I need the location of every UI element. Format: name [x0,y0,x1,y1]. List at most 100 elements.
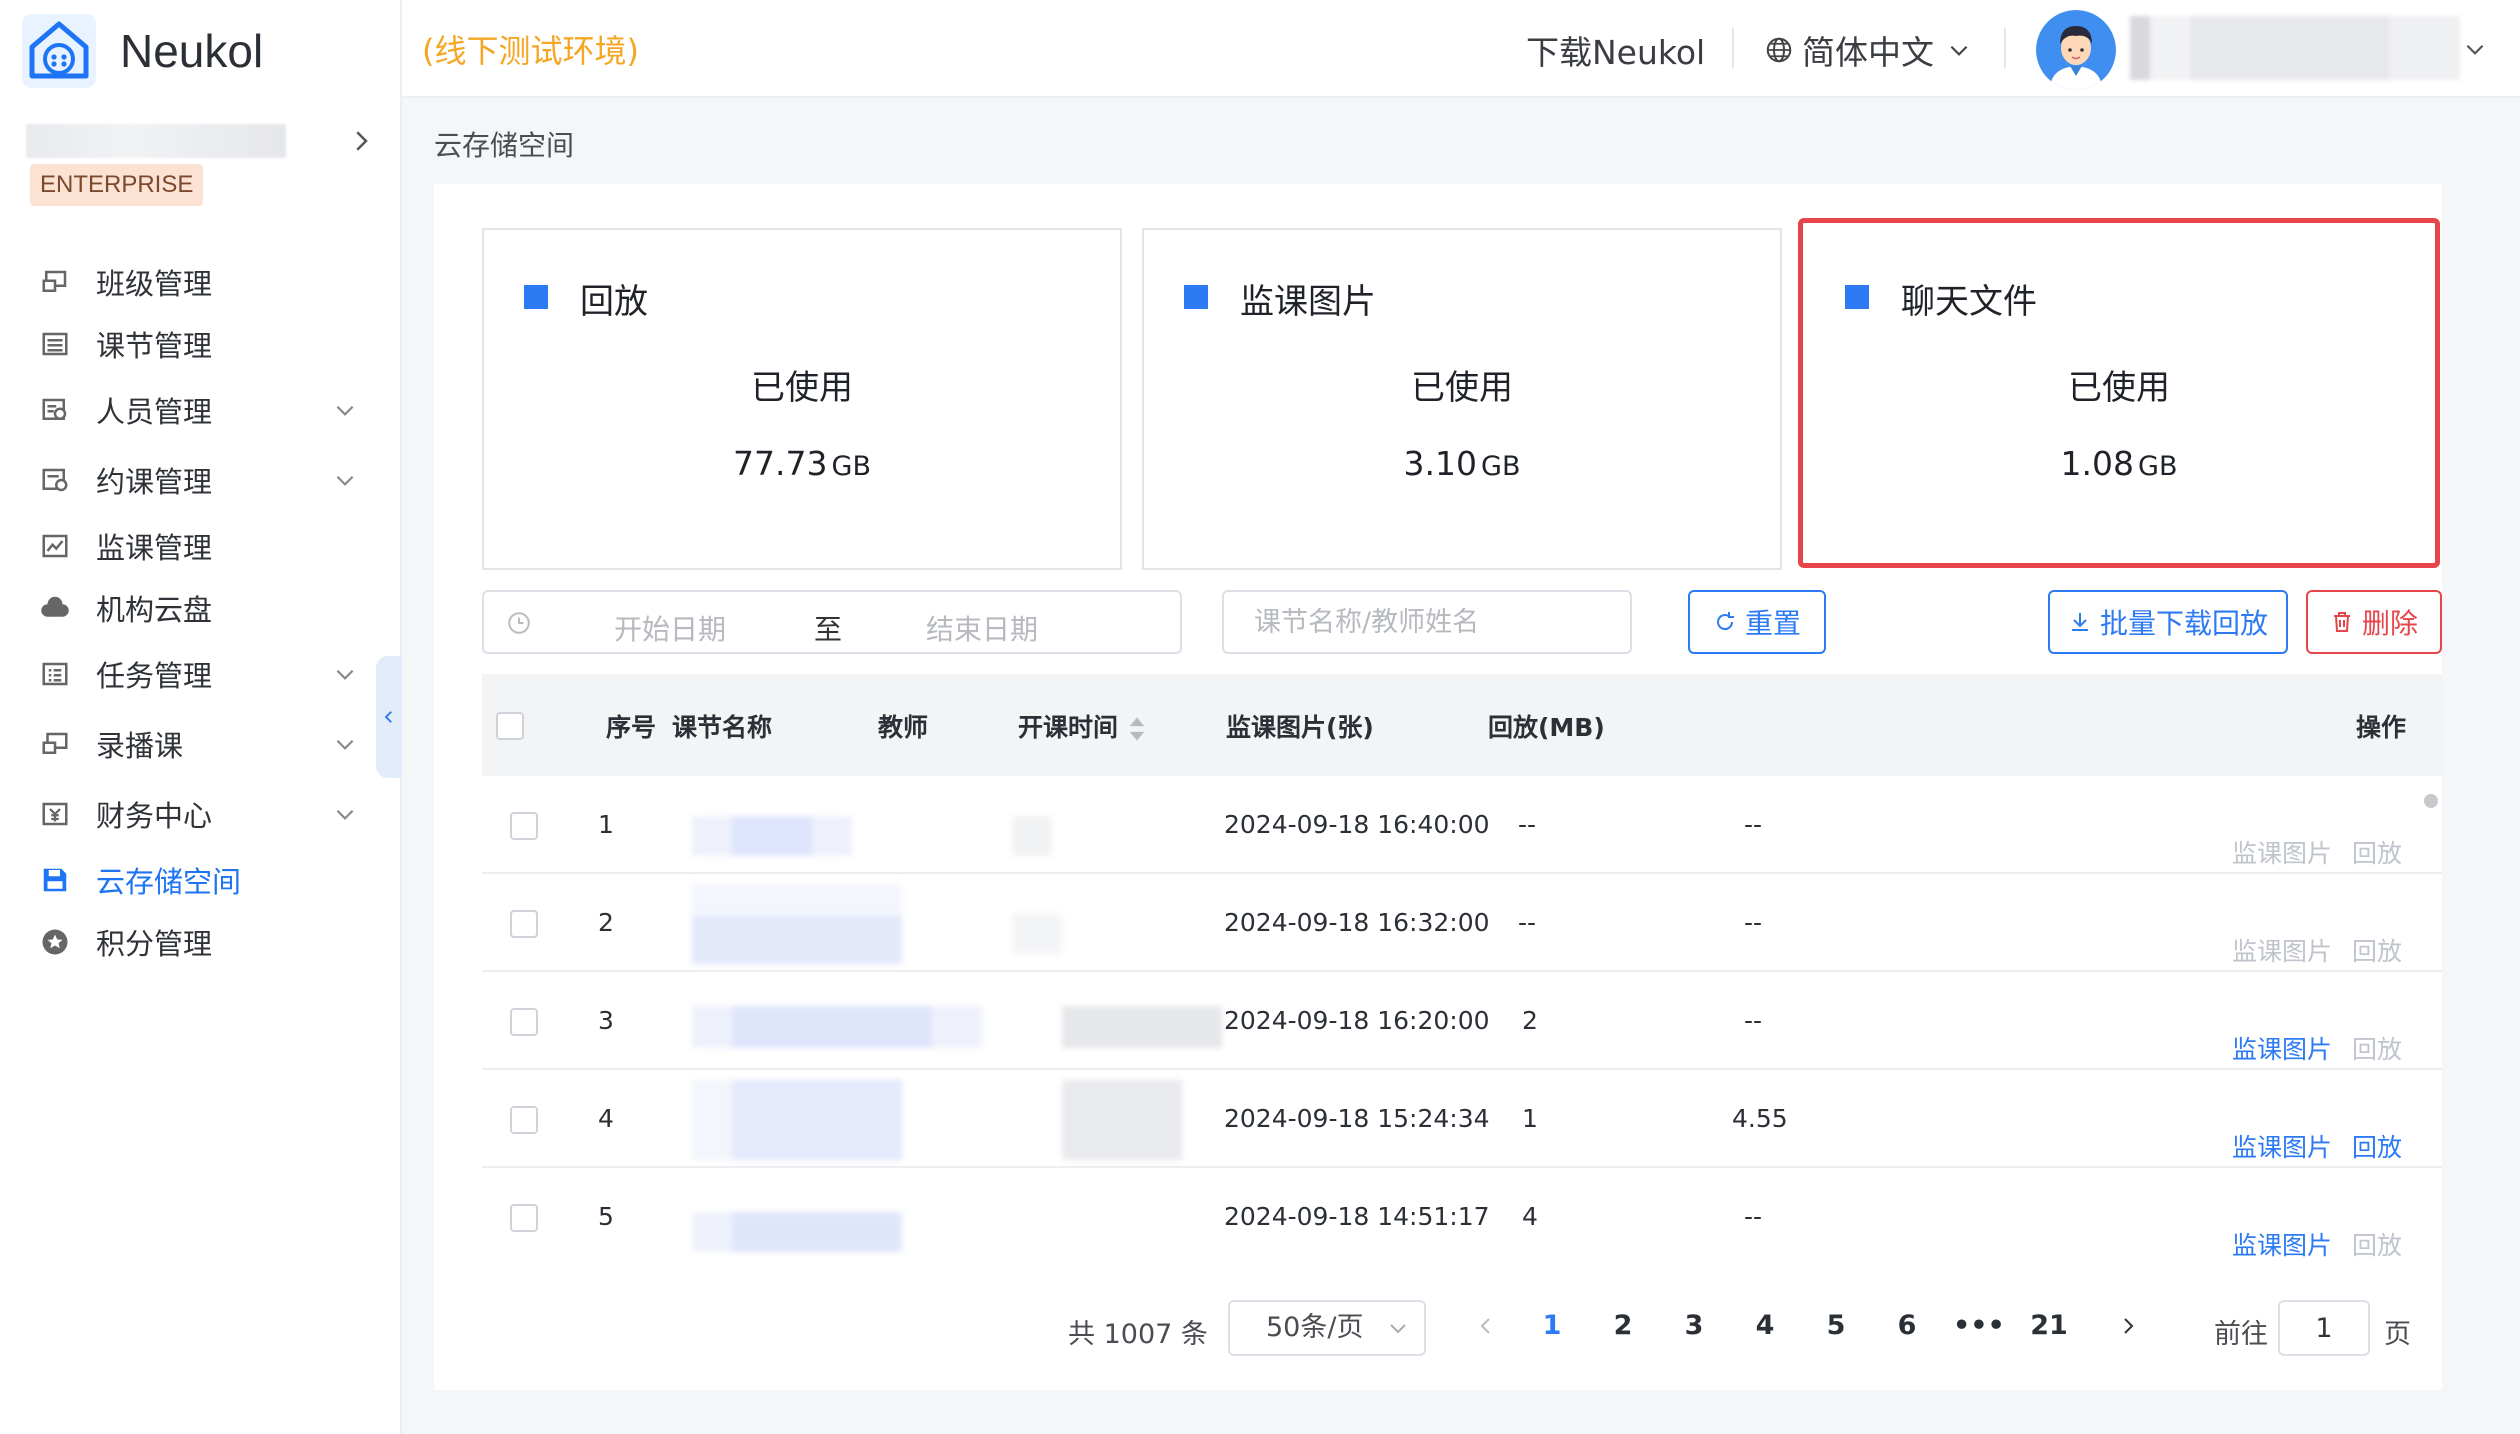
card-marker-icon [1845,285,1869,309]
monitor-images-link[interactable]: 监课图片 [2232,834,2332,870]
chevron-down-icon[interactable] [2462,36,2488,62]
sidebar-item-label: 人员管理 [96,395,213,429]
cell-playback: 4.55 [1732,1104,1788,1133]
sidebar-item-monitor[interactable]: 监课管理 [0,511,400,581]
teacher-name-redacted [1062,1080,1182,1160]
brand-name: Neukol [120,25,264,77]
start-date-placeholder[interactable]: 开始日期 [614,608,726,648]
table-row: 4 2024-09-18 15:24:34 1 4.55 监课图片 回放 [482,1070,2442,1168]
delete-button-label: 删除 [2361,607,2418,640]
cell-start-time: 2024-09-18 16:20:00 [1224,1006,1490,1035]
sidebar-item-finance[interactable]: 财务中心 [0,779,400,849]
chevron-down-icon [336,475,354,486]
row-checkbox[interactable] [510,1106,538,1134]
page-number-4[interactable]: 4 [1740,1310,1790,1341]
card-used-label: 已使用 [1411,368,1513,408]
chevron-down-icon [336,809,354,820]
page-number-2[interactable]: 2 [1598,1310,1648,1341]
prev-page-icon[interactable] [1474,1314,1498,1338]
playback-link[interactable]: 回放 [2352,1128,2402,1164]
card-value: 77.73 GB [484,444,1120,483]
page-size-select[interactable]: 50条/页 [1228,1300,1426,1356]
top-header: (线下测试环境) 下载Neukol 简体中文 [402,0,2520,98]
card-value: 3.10 GB [1144,444,1780,483]
sidebar-item-booking[interactable]: 约课管理 [0,445,400,515]
cell-start-time: 2024-09-18 14:51:17 [1224,1202,1490,1231]
pagination-total: 共 1007 条 [1068,1319,1208,1350]
teacher-name-redacted [1012,914,1062,954]
sidebar-item-label: 约课管理 [96,465,213,499]
row-checkbox[interactable] [510,1204,538,1232]
reset-button[interactable]: 重置 [1688,590,1826,654]
date-range-picker[interactable]: 开始日期 至 结束日期 [482,590,1182,654]
avatar-icon [2036,10,2116,90]
cell-playback: -- [1744,1006,1763,1035]
search-field[interactable] [1222,590,1632,654]
monitor-images-link[interactable]: 监课图片 [2232,1128,2332,1164]
card-marker-icon [1184,285,1208,309]
batch-download-button[interactable]: 批量下载回放 [2048,590,2288,654]
page-ellipsis[interactable]: ••• [1953,1310,2005,1341]
playback-link[interactable]: 回放 [2352,1030,2402,1066]
page-number-3[interactable]: 3 [1669,1310,1719,1341]
next-page-icon[interactable] [2116,1314,2140,1338]
save-icon [43,868,67,892]
row-checkbox[interactable] [510,1008,538,1036]
sidebar-item-class[interactable]: 班级管理 [0,247,400,317]
delete-button[interactable]: 删除 [2306,590,2442,654]
cell-index: 2 [598,908,614,937]
row-checkbox[interactable] [510,812,538,840]
goto-page-input[interactable] [2280,1302,2368,1354]
playback-link[interactable]: 回放 [2352,1226,2402,1262]
goto-label: 前往 [2214,1319,2268,1350]
sidebar-item-lesson[interactable]: 课节管理 [0,309,400,379]
cell-monitor-images: 4 [1522,1202,1538,1231]
page-number-1[interactable]: 1 [1527,1310,1577,1341]
card-value-unit: GB [831,451,871,482]
sidebar-item-points[interactable]: 积分管理 [0,907,400,977]
user-avatar[interactable] [2036,10,2116,90]
sidebar-item-label: 录播课 [96,729,184,763]
sidebar-item-cloud[interactable]: 机构云盘 [0,573,400,643]
brand-logo[interactable]: Neukol [22,14,263,88]
column-header-start-time[interactable]: 开课时间 [1018,708,1146,744]
playback-link[interactable]: 回放 [2352,834,2402,870]
clock-icon [508,612,530,634]
monitor-images-link[interactable]: 监课图片 [2232,1030,2332,1066]
playback-link[interactable]: 回放 [2352,932,2402,968]
page-number-6[interactable]: 6 [1882,1310,1932,1341]
sidebar-item-recorded[interactable]: 录播课 [0,709,400,779]
booking-icon [42,468,68,492]
chevron-down-icon [336,405,354,416]
monitor-images-link[interactable]: 监课图片 [2232,1226,2332,1262]
download-link[interactable]: 下载Neukol [1526,26,1705,74]
sidebar-collapse-button[interactable] [376,656,402,778]
user-name-redacted[interactable] [2130,16,2460,80]
card-value-number: 77.73 [733,444,828,483]
card-title: 监课图片 [1240,282,1376,322]
monitor-images-link[interactable]: 监课图片 [2232,932,2332,968]
header-divider [1732,28,1734,68]
end-date-placeholder[interactable]: 结束日期 [926,608,1038,648]
goto-page-field[interactable] [2278,1300,2370,1356]
yen-icon [42,802,68,826]
row-checkbox[interactable] [510,910,538,938]
page-number-21[interactable]: 21 [2024,1310,2074,1341]
chevron-left-icon [384,711,392,723]
search-input[interactable] [1224,592,1630,652]
teacher-name-redacted [1012,816,1052,856]
sidebar-item-task[interactable]: 任务管理 [0,639,400,709]
sidebar-item-cloud-storage[interactable]: 云存储空间 [0,845,400,915]
language-label: 简体中文 [1802,33,1934,72]
sidebar-item-people[interactable]: 人员管理 [0,375,400,445]
language-selector[interactable]: 简体中文 [1764,26,1980,74]
cell-start-time: 2024-09-18 15:24:34 [1224,1104,1490,1133]
task-icon [42,662,68,686]
org-switcher[interactable] [26,118,376,164]
page-number-5[interactable]: 5 [1811,1310,1861,1341]
sidebar-item-label: 积分管理 [96,927,213,961]
cell-monitor-images: -- [1518,908,1537,937]
select-all-checkbox[interactable] [496,712,524,740]
card-title: 聊天文件 [1901,282,2037,322]
sort-icon[interactable] [1128,716,1146,742]
